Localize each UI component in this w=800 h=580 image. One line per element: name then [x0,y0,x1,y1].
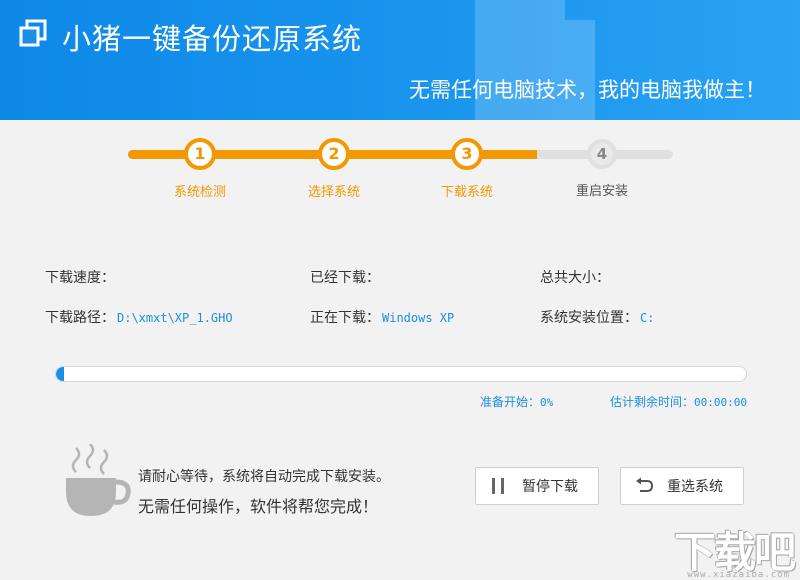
downloaded-amount: 已经下载： [310,267,382,287]
remaining-time-value: 00:00:00 [694,396,747,409]
download-path-value: D:\xmxt\XP_1.GHO [117,311,233,325]
no-action-message: 无需任何操作，软件将帮您完成！ [138,493,378,517]
wait-message: 请耐心等待，系统将自动完成下载安装。 [138,466,390,486]
step-2-number: 2 [318,138,350,170]
current-download: 正在下载：Windows XP [310,307,454,327]
install-location: 系统安装位置：C: [540,307,654,327]
step-2-label: 选择系统 [284,181,384,200]
step-4: 4 重启安装 [552,130,652,199]
pause-download-label: 暂停下载 [522,476,578,496]
step-3-label: 下载系统 [417,181,517,200]
step-1-label: 系统检测 [150,181,250,200]
step-3-number: 3 [451,138,483,170]
step-3: 3 下载系统 [417,130,517,200]
ready-status-value: 0% [540,396,553,409]
watermark-url: www.xiazaiba.com [687,570,790,580]
ready-status: 准备开始：0% [480,393,553,410]
step-2: 2 选择系统 [284,130,384,200]
step-4-label: 重启安装 [552,180,652,199]
ready-status-label: 准备开始： [480,395,540,409]
total-size-label: 总共大小： [540,270,610,286]
pause-download-button[interactable]: 暂停下载 [475,467,599,505]
header-bar: 小猪一键备份还原系统 无需任何电脑技术，我的电脑我做主！ [0,0,800,120]
reselect-system-button[interactable]: 重选系统 [620,467,744,505]
downloaded-label: 已经下载： [310,270,380,286]
watermark-logo: 下载吧 [674,532,794,574]
current-download-label: 正在下载： [310,310,380,326]
window-restore-icon [18,18,48,48]
download-speed: 下载速度： [45,267,117,287]
download-progress-bar [55,366,747,382]
step-4-number: 4 [587,139,617,169]
app-title: 小猪一键备份还原系统 [62,16,362,58]
install-location-value: C: [640,311,654,325]
step-1: 1 系统检测 [150,130,250,200]
install-location-label: 系统安装位置： [540,310,638,326]
header-slogan: 无需任何电脑技术，我的电脑我做主！ [409,74,766,104]
current-download-value: Windows XP [382,311,454,325]
download-progress-fill [56,367,64,381]
step-progress: 1 系统检测 2 选择系统 3 下载系统 4 重启安装 [0,130,800,210]
download-speed-label: 下载速度： [45,270,115,286]
reselect-system-label: 重选系统 [667,476,723,496]
download-path-label: 下载路径： [45,310,115,326]
total-size: 总共大小： [540,267,612,287]
undo-arrow-icon [635,477,653,495]
step-1-number: 1 [184,138,216,170]
remaining-time-label: 估计剩余时间： [610,395,694,409]
pause-icon [490,477,508,495]
coffee-cup-icon [60,444,132,520]
remaining-time: 估计剩余时间：00:00:00 [610,393,747,410]
download-path: 下载路径：D:\xmxt\XP_1.GHO [45,307,233,327]
